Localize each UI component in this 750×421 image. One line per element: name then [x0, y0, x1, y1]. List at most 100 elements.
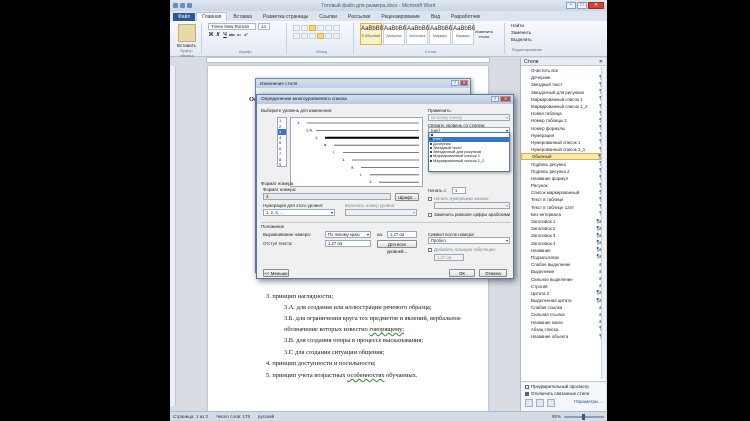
style-list-item[interactable]: Номер таблицы 2¶ [521, 117, 606, 124]
increase-indent-icon[interactable] [325, 25, 332, 31]
linked-styles-checkbox[interactable] [525, 391, 529, 396]
help-button[interactable]: ? [491, 96, 499, 102]
language[interactable]: русский [258, 414, 274, 419]
cancel-button[interactable]: Отмена [479, 269, 507, 277]
style-list-item[interactable]: Заголовок 3 ¶a [521, 232, 606, 239]
font-button[interactable]: Шрифт... [395, 193, 419, 201]
include-level-select[interactable] [345, 209, 417, 216]
style-list-item[interactable]: Текст в таблице¶ [521, 196, 606, 203]
alignment-select[interactable]: По левому краю [325, 231, 371, 238]
tab-file[interactable]: Файл [173, 13, 196, 21]
style-list-item[interactable]: Обычный ¶ [521, 153, 606, 161]
style-list-item[interactable]: Без интервала¶ [521, 211, 606, 218]
style-list-item[interactable]: Заголовок 1 ¶a [521, 218, 606, 225]
number-format-input[interactable]: 3. [263, 193, 391, 200]
style-list-item[interactable]: Звездочный для рисунков¶ [521, 89, 606, 96]
replace-button[interactable]: Заменить [511, 30, 543, 35]
bold-button[interactable]: Ж [208, 32, 214, 38]
level-item[interactable]: 9 [278, 162, 286, 168]
style-gallery-item[interactable]: АаВbВбI ¶ Обычный [360, 23, 385, 45]
ok-button[interactable]: ОК [449, 269, 475, 277]
style-list-item[interactable]: Цитата 2 ¶a [521, 290, 606, 297]
style-list-item[interactable]: Название ¶a [521, 247, 606, 254]
style-list-item[interactable]: Подпись рисунка¶ [521, 160, 606, 167]
justify-icon[interactable] [317, 33, 324, 39]
style-gallery-item[interactable]: АаВbВб Маркиро [452, 23, 475, 45]
zoom-level[interactable]: 90% [552, 414, 561, 419]
style-list-item[interactable]: Заголовок 4 ¶a [521, 240, 606, 247]
style-list-item[interactable]: Номер формулы¶ [521, 125, 606, 132]
style-list-item[interactable]: Название объекта¶ [521, 333, 606, 340]
style-list-item[interactable]: Очистить все [521, 67, 606, 74]
select-button[interactable]: Выделить [511, 37, 543, 42]
style-list-item[interactable]: Дочерник¶ [521, 74, 606, 81]
tab-add-checkbox[interactable] [428, 248, 432, 252]
style-list-item[interactable]: Маркированный список 1_2¶ [521, 103, 606, 110]
number-style-select[interactable]: 1, 2, 3, ... [263, 209, 335, 216]
legal-checkbox[interactable] [428, 213, 432, 217]
close-button[interactable]: ✕ [588, 2, 604, 9]
indent-input[interactable]: 1,27 см [325, 240, 371, 247]
show-marks-icon[interactable] [333, 33, 340, 39]
style-list-item[interactable]: Подпись рисунка 2¶ [521, 168, 606, 175]
style-list-item[interactable]: Название формул¶ [521, 175, 606, 182]
style-list-item[interactable]: Рисунок¶ [521, 182, 606, 189]
tab-developer[interactable]: Разработчик [446, 13, 485, 21]
align-left-icon[interactable] [293, 33, 300, 39]
decrease-indent-icon[interactable] [317, 25, 324, 31]
align-center-icon[interactable] [301, 33, 308, 39]
less-button[interactable]: << Меньше [263, 269, 289, 277]
style-inspector-button[interactable] [536, 399, 544, 407]
tab-mailings[interactable]: Рассылки [343, 13, 375, 21]
tab-input[interactable]: 1,27 см [434, 254, 464, 261]
restart-select[interactable] [434, 202, 510, 209]
style-list-item[interactable]: Нумерация¶ [521, 132, 606, 139]
line-spacing-icon[interactable] [325, 33, 332, 39]
style-list-item[interactable]: Строгийa [521, 283, 606, 290]
horizontal-ruler[interactable] [206, 57, 490, 63]
align-right-icon[interactable] [309, 33, 316, 39]
style-gallery-item[interactable]: АаВbВб Заголовок [406, 23, 429, 45]
apply-to-select[interactable]: ко всему списку [428, 114, 510, 121]
underline-button[interactable]: Ч [222, 32, 228, 38]
styles-scrollbar[interactable] [601, 67, 606, 379]
link-level-dropdown[interactable]: (нет) Дочерник Звездный текст Звездочный дл… [428, 132, 510, 172]
set-all-levels-button[interactable]: Для всех уровней... [377, 240, 417, 254]
vertical-ruler[interactable] [170, 66, 176, 406]
preview-checkbox[interactable] [525, 384, 529, 389]
tab-view[interactable]: Вид [426, 13, 445, 21]
paste-icon[interactable] [177, 24, 196, 42]
undo-icon[interactable] [180, 3, 185, 8]
tab-review[interactable]: Рецензирование [376, 13, 425, 21]
style-list-item[interactable]: Звездный текст¶ [521, 81, 606, 88]
dropdown-option[interactable]: Маркированный список 1_2 [429, 158, 509, 163]
style-list-item[interactable]: Выделениеa [521, 268, 606, 275]
style-gallery-item[interactable]: АаВbВб Дочерник [383, 23, 406, 45]
close-button[interactable]: ✕ [500, 96, 511, 102]
minimize-button[interactable]: – [566, 2, 576, 9]
follow-select[interactable]: Пробел [428, 237, 510, 244]
tab-page-layout[interactable]: Разметка страницы [258, 13, 313, 21]
restart-checkbox[interactable] [428, 197, 432, 201]
style-list-item[interactable]: Выделенная цитата ¶a [521, 297, 606, 304]
style-list-item[interactable]: Новая таблица¶ [521, 110, 606, 117]
options-link[interactable]: Параметры... [574, 399, 602, 407]
new-style-button[interactable] [525, 399, 533, 407]
sort-icon[interactable] [333, 25, 340, 31]
bullets-icon[interactable] [293, 25, 300, 31]
style-list-item[interactable]: Маркированный список 1¶ [521, 96, 606, 103]
style-list-item[interactable]: Подзаголовок ¶a [521, 254, 606, 261]
tab-references[interactable]: Ссылки [314, 13, 342, 21]
maximize-button[interactable]: □ [577, 2, 587, 9]
change-styles-button[interactable]: Изменить стили [475, 23, 493, 45]
style-list-item[interactable]: Список маркированный¶ [521, 189, 606, 196]
style-list-item[interactable]: Нумерованный список 1_1¶ [521, 146, 606, 153]
style-gallery-item[interactable]: АаВbВб Маркиро [429, 23, 452, 45]
word-count[interactable]: Число слов: 179 [216, 414, 250, 419]
spelling-flag[interactable]: говорящему; [369, 326, 404, 333]
subscript-button[interactable]: x₂ [236, 32, 242, 38]
tab-home[interactable]: Главная [196, 12, 228, 21]
styles-pane-close[interactable]: ✕ [599, 59, 603, 65]
manage-styles-button[interactable] [547, 399, 555, 407]
style-list-item[interactable]: Текст в таблице 12пт¶ [521, 204, 606, 211]
